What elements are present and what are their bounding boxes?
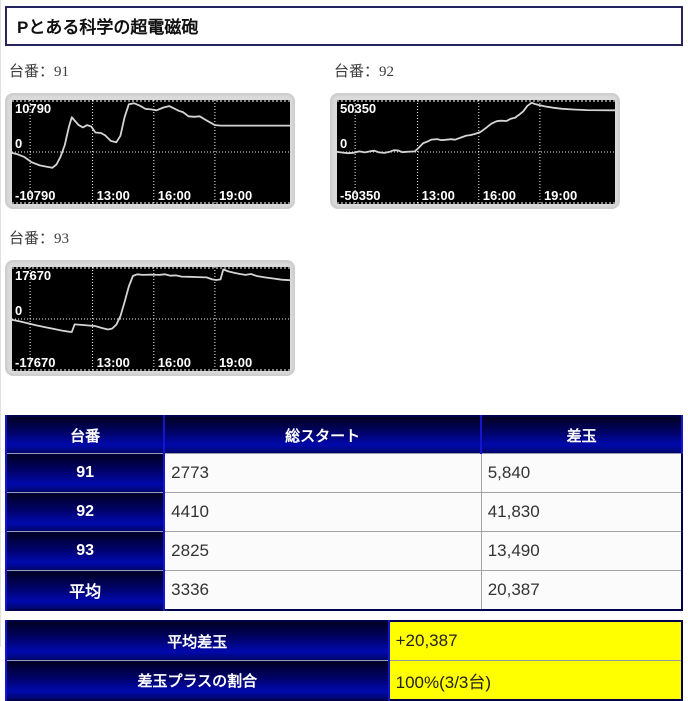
total-start-cell: 2773 [163, 453, 482, 493]
svg-text:0: 0 [15, 303, 22, 318]
svg-text:10790: 10790 [15, 101, 51, 116]
summary-value-cell: 100%(3/3台) [388, 660, 683, 701]
trend-chart-92: 50350 0 -50350 13:00 16:00 19:00 [330, 93, 620, 209]
svg-text:50350: 50350 [340, 101, 376, 116]
summary-table: 平均差玉 +20,387 差玉プラスの割合 100%(3/3台) [5, 620, 683, 701]
trend-chart-93: 17670 0 -17670 13:00 16:00 19:00 [5, 260, 295, 376]
svg-text:19:00: 19:00 [544, 188, 577, 203]
header-ball-diff: 差玉 [480, 415, 683, 454]
summary-row: 平均差玉 +20,387 [5, 620, 683, 661]
charts-grid: 台番：91 10790 0 -10790 13:00 16:00 19:00 台番：92 … [5, 48, 683, 382]
machine-number-cell: 92 [4, 492, 166, 532]
ball-diff-cell: 5,840 [480, 453, 683, 493]
summary-label-cell: 差玉プラスの割合 [5, 660, 390, 701]
summary-table-body: 平均差玉 +20,387 差玉プラスの割合 100%(3/3台) [5, 620, 683, 701]
table-row: 91 2773 5,840 [4, 453, 683, 493]
machine-number-label: 台番：93 [9, 231, 70, 247]
machine-number-cell: 平均 [4, 570, 166, 611]
header-machine-number: 台番 [4, 415, 166, 454]
table-row: 93 2825 13,490 [4, 531, 683, 571]
summary-label-cell: 平均差玉 [5, 620, 390, 661]
table-row: 平均 3336 20,387 [4, 570, 683, 611]
svg-text:-10790: -10790 [15, 188, 55, 203]
ball-diff-cell: 13,490 [480, 531, 683, 571]
machine-number-cell: 91 [4, 453, 166, 493]
trend-chart-svg: 17670 0 -17670 13:00 16:00 19:00 [12, 267, 290, 371]
total-start-cell: 3336 [163, 570, 482, 611]
total-start-cell: 4410 [163, 492, 482, 532]
svg-text:16:00: 16:00 [158, 355, 191, 370]
svg-text:13:00: 13:00 [97, 188, 130, 203]
ball-diff-cell: 41,830 [480, 492, 683, 532]
table-header-row: 台番 総スタート 差玉 [4, 415, 683, 454]
chart-block-91: 台番：91 10790 0 -10790 13:00 16:00 19:00 [5, 48, 330, 209]
machine-number-cell: 93 [4, 531, 166, 571]
machine-data-table: 台番 総スタート 差玉 91 2773 5,840 92 4410 41,830 93 282… [4, 415, 683, 611]
svg-text:0: 0 [15, 136, 22, 151]
summary-value-cell: +20,387 [388, 620, 683, 661]
machine-number-label: 台番：92 [334, 64, 395, 80]
page-title: Pとある科学の超電磁砲 [5, 6, 683, 46]
machine-number-label: 台番：91 [9, 64, 70, 80]
svg-text:19:00: 19:00 [219, 355, 252, 370]
svg-text:16:00: 16:00 [483, 188, 516, 203]
table-row: 92 4410 41,830 [4, 492, 683, 532]
svg-text:0: 0 [340, 136, 347, 151]
trend-chart-91: 10790 0 -10790 13:00 16:00 19:00 [5, 93, 295, 209]
header-total-start: 総スタート [163, 415, 483, 454]
machine-table-body: 91 2773 5,840 92 4410 41,830 93 2825 13,490 平均 333… [4, 453, 683, 611]
svg-text:-50350: -50350 [340, 188, 380, 203]
chart-block-92: 台番：92 50350 0 -50350 13:00 16:00 19:00 [330, 48, 683, 209]
total-start-cell: 2825 [163, 531, 482, 571]
svg-text:13:00: 13:00 [422, 188, 455, 203]
svg-text:-17670: -17670 [15, 355, 55, 370]
svg-text:13:00: 13:00 [97, 355, 130, 370]
trend-chart-svg: 50350 0 -50350 13:00 16:00 19:00 [337, 100, 615, 204]
chart-block-93: 台番：93 17670 0 -17670 13:00 16:00 19:00 [5, 215, 330, 376]
ball-diff-cell: 20,387 [480, 570, 683, 611]
svg-text:19:00: 19:00 [219, 188, 252, 203]
svg-text:17670: 17670 [15, 268, 51, 283]
svg-text:16:00: 16:00 [158, 188, 191, 203]
trend-chart-svg: 10790 0 -10790 13:00 16:00 19:00 [12, 100, 290, 204]
summary-row: 差玉プラスの割合 100%(3/3台) [5, 660, 683, 701]
page: Pとある科学の超電磁砲 台番：91 10790 0 -10790 13:00 16:00… [1, 0, 688, 701]
